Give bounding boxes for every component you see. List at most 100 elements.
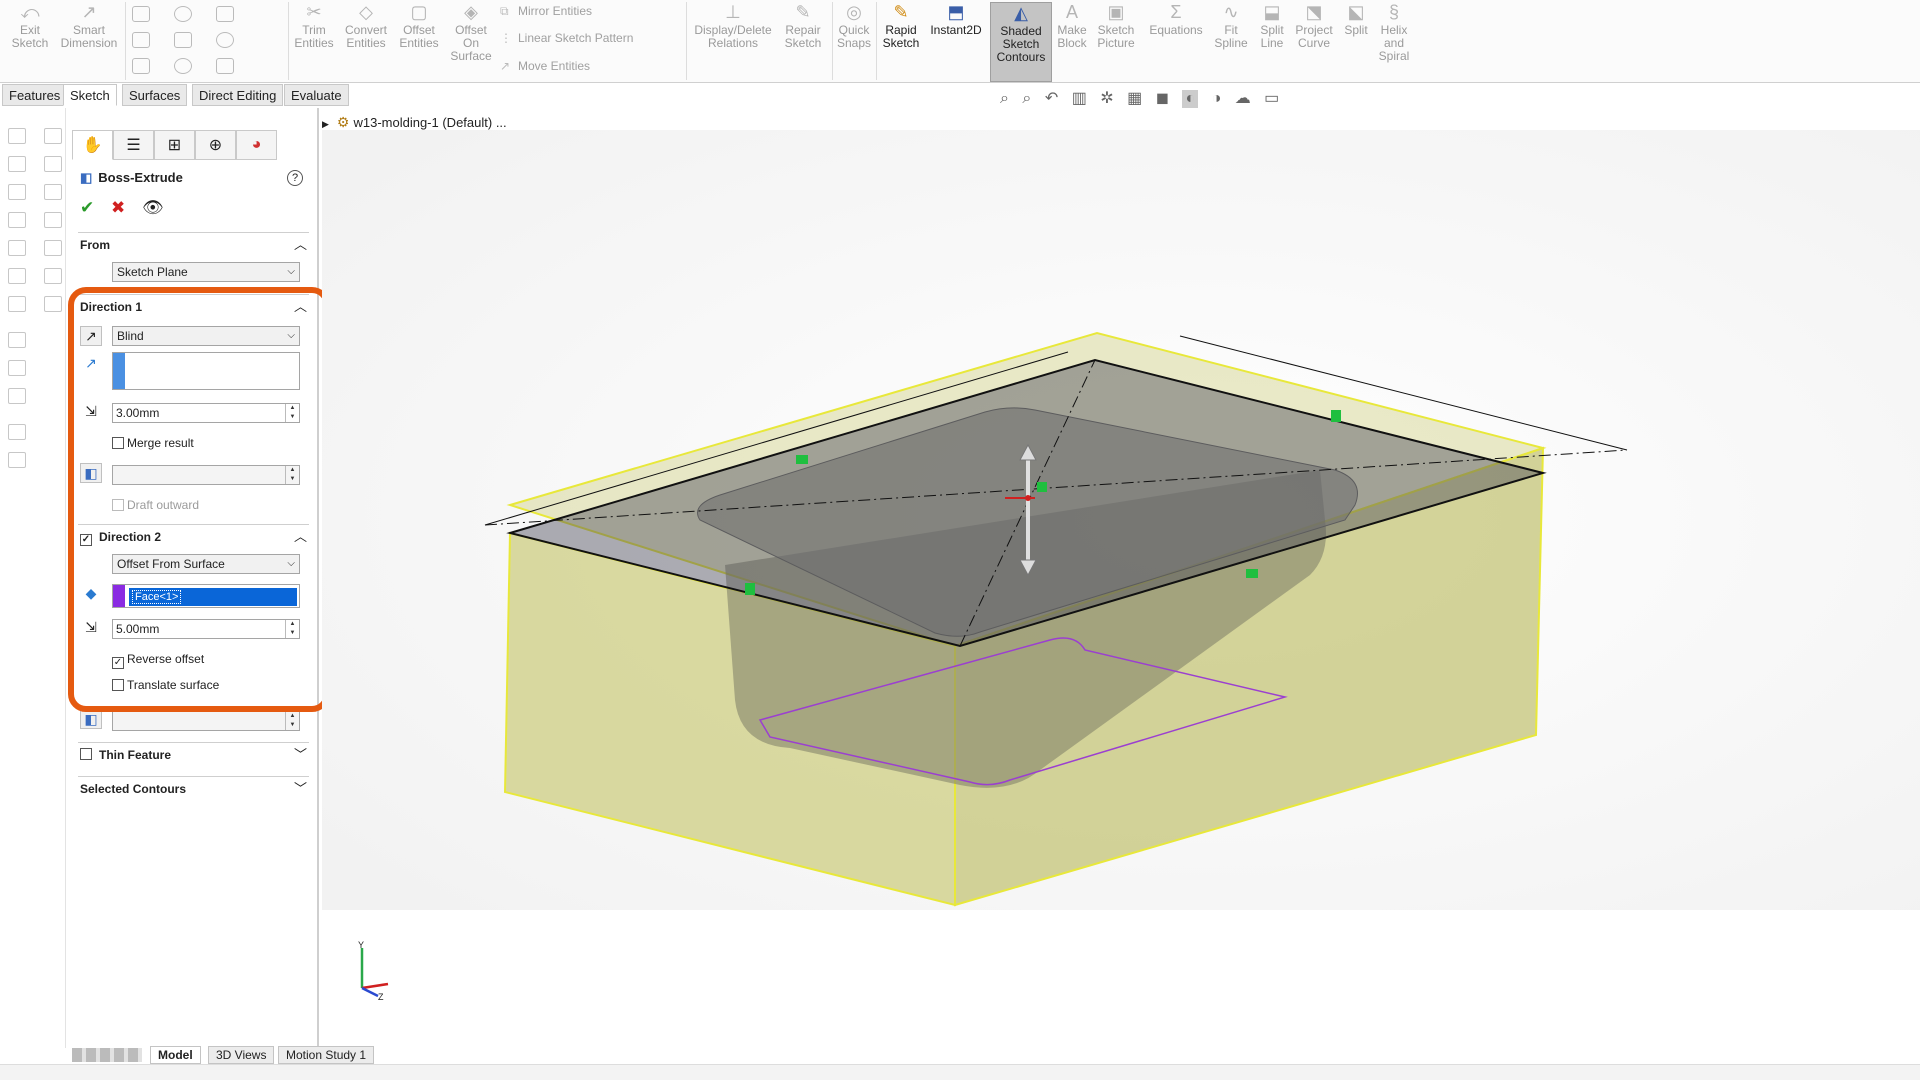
edit-appearance-icon[interactable]: ◑: [1212, 90, 1222, 108]
polygon-tool-icon[interactable]: [216, 32, 234, 48]
spin-arrows-icon[interactable]: ▲ ▼: [285, 404, 299, 422]
project-curve-button[interactable]: ⬔ Project Curve: [1292, 2, 1336, 50]
draft2-icon[interactable]: ◧: [80, 709, 102, 729]
tool-strip-icon[interactable]: [8, 240, 26, 256]
tool-strip-icon[interactable]: [8, 156, 26, 172]
zoom-to-fit-icon[interactable]: ⌕: [1000, 90, 1009, 108]
spin-arrows-icon[interactable]: ▲ ▼: [285, 466, 299, 484]
trim-entities-button[interactable]: ✂ Trim Entities: [292, 2, 336, 50]
direction2-section-header[interactable]: ✓ Direction 2 ︿: [78, 524, 309, 546]
feature-manager-tab[interactable]: ✋: [72, 130, 113, 160]
property-manager-tab[interactable]: ☰: [113, 130, 154, 160]
tool-strip-icon[interactable]: [8, 452, 26, 468]
face-selection-box[interactable]: Face<1>: [112, 584, 300, 608]
display-manager-tab[interactable]: ◕: [236, 130, 277, 160]
thin-feature-section-header[interactable]: Thin Feature ﹀: [78, 742, 309, 764]
selected-face-item[interactable]: Face<1>: [129, 588, 297, 606]
split-button[interactable]: ⬕ Split: [1340, 2, 1372, 37]
checkbox-icon[interactable]: [80, 748, 92, 760]
preview-eye-icon[interactable]: 👁: [142, 198, 164, 217]
tool-strip-icon[interactable]: [8, 268, 26, 284]
reverse-direction-icon[interactable]: ↗: [80, 326, 102, 346]
end-condition2-dropdown[interactable]: Offset From Surface ⌵: [112, 554, 300, 574]
tool-strip-icon[interactable]: [44, 268, 62, 284]
zoom-to-area-icon[interactable]: ⌕: [1022, 90, 1031, 108]
view-orientation-icon[interactable]: ▦: [1127, 88, 1142, 108]
reverse-offset-checkbox[interactable]: ✓ Reverse offset: [112, 652, 204, 669]
depth1-field[interactable]: 3.00mm ▲ ▼: [112, 403, 300, 423]
configuration-manager-tab[interactable]: ⊞: [154, 130, 195, 160]
tool-strip-icon[interactable]: [44, 212, 62, 228]
hide-show-items-icon[interactable]: ◐: [1182, 90, 1199, 108]
quick-snaps-button[interactable]: ◎ Quick Snaps: [834, 2, 874, 50]
previous-view-icon[interactable]: ↶: [1045, 88, 1058, 108]
tab-sketch[interactable]: Sketch: [63, 84, 117, 106]
point-tool-icon[interactable]: [174, 58, 192, 74]
smart-dimension-button[interactable]: ↗ Smart Dimension: [56, 2, 122, 50]
draft-angle-field[interactable]: ▲ ▼: [112, 465, 300, 485]
tool-strip-icon[interactable]: [8, 360, 26, 376]
display-delete-relations-button[interactable]: ⊥ Display/Delete Relations: [692, 2, 774, 50]
tool-strip-icon[interactable]: [44, 128, 62, 144]
tab-evaluate[interactable]: Evaluate: [284, 84, 349, 106]
convert-entities-button[interactable]: ◇ Convert Entities: [340, 2, 392, 50]
expand-arrow-icon[interactable]: ▶: [322, 119, 329, 129]
tool-strip-icon[interactable]: [44, 184, 62, 200]
offset-on-surface-button[interactable]: ◈ Offset On Surface: [446, 2, 496, 63]
offset2-field[interactable]: 5.00mm ▲ ▼: [112, 619, 300, 639]
spin-arrows-icon[interactable]: ▲ ▼: [285, 620, 299, 638]
slot-tool-icon[interactable]: [174, 32, 192, 48]
linear-pattern-button[interactable]: ⋮ Linear Sketch Pattern: [500, 31, 633, 45]
tool-strip-icon[interactable]: [8, 296, 26, 312]
tool-strip-icon[interactable]: [44, 296, 62, 312]
draft-icon[interactable]: ◧: [80, 463, 102, 483]
tool-strip-icon[interactable]: [8, 388, 26, 404]
section-view-icon[interactable]: ▥: [1072, 88, 1087, 108]
cancel-x-icon[interactable]: ✖: [111, 198, 125, 217]
tab-motion-study[interactable]: Motion Study 1: [278, 1046, 375, 1064]
apply-scene-icon[interactable]: ☁: [1235, 88, 1251, 108]
helix-spiral-button[interactable]: § Helix and Spiral: [1374, 2, 1414, 63]
selected-contours-section-header[interactable]: Selected Contours ﹀: [78, 776, 309, 798]
tool-strip-icon[interactable]: [44, 240, 62, 256]
instant2d-button[interactable]: ⬒ Instant2D: [926, 2, 986, 37]
move-entities-button[interactable]: ↗ Move Entities: [500, 59, 590, 73]
spin-arrows-icon[interactable]: ▲ ▼: [285, 712, 299, 730]
tab-model[interactable]: Model: [150, 1046, 201, 1064]
direction1-selection-box[interactable]: [112, 352, 300, 390]
spline-tool-icon[interactable]: [216, 6, 234, 22]
circle-tool-icon[interactable]: [174, 6, 192, 22]
feature-tree-root[interactable]: ▶ ⚙ w13-molding-1 (Default) ...: [322, 114, 507, 131]
tab-features[interactable]: Features: [2, 84, 68, 106]
split-line-button[interactable]: ⬓ Split Line: [1252, 2, 1292, 50]
make-block-button[interactable]: A Make Block: [1054, 2, 1090, 50]
dimxpert-tab[interactable]: ⊕: [195, 130, 236, 160]
from-dropdown[interactable]: Sketch Plane ⌵: [112, 262, 300, 282]
draft-outward-checkbox[interactable]: Draft outward: [112, 498, 199, 512]
graphics-viewport[interactable]: [322, 130, 1920, 910]
tool-strip-icon[interactable]: [44, 156, 62, 172]
tool-strip-icon[interactable]: [8, 184, 26, 200]
tool-strip-icon[interactable]: [8, 212, 26, 228]
fillet-tool-icon[interactable]: [132, 58, 150, 74]
equations-button[interactable]: Σ Equations: [1144, 2, 1208, 37]
shaded-sketch-contours-button[interactable]: ◭ Shaded Sketch Contours: [990, 2, 1052, 82]
text-tool-icon[interactable]: [216, 58, 234, 74]
end-condition1-dropdown[interactable]: Blind ⌵: [112, 326, 300, 346]
repair-sketch-button[interactable]: ✎ Repair Sketch: [778, 2, 828, 50]
display-style-icon[interactable]: ◼: [1156, 88, 1169, 108]
tool-strip-icon[interactable]: [8, 424, 26, 440]
tool-strip-icon[interactable]: [8, 128, 26, 144]
tab-3d-views[interactable]: 3D Views: [208, 1046, 275, 1064]
merge-result-checkbox[interactable]: Merge result: [112, 436, 194, 450]
tool-strip-icon[interactable]: [8, 332, 26, 348]
direction1-section-header[interactable]: Direction 1 ︿: [78, 294, 309, 316]
tab-surfaces[interactable]: Surfaces: [122, 84, 188, 106]
checkbox-icon[interactable]: ✓: [80, 534, 92, 546]
mirror-entities-button[interactable]: ⧉ Mirror Entities: [500, 4, 592, 19]
offset-entities-button[interactable]: ▢ Offset Entities: [394, 2, 444, 50]
exit-sketch-button[interactable]: ⤺ Exit Sketch: [6, 2, 54, 50]
fit-spline-button[interactable]: ∿ Fit Spline: [1210, 2, 1252, 50]
help-icon[interactable]: ?: [287, 170, 303, 186]
draft2-angle-field[interactable]: ▲ ▼: [112, 711, 300, 731]
